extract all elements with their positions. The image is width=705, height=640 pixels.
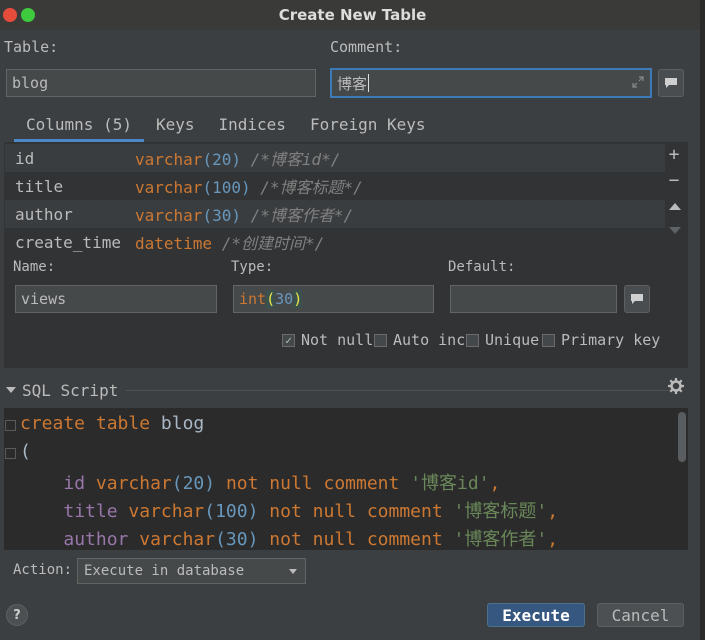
column-row[interactable]: title varchar(100) /*博客标题*/ <box>5 172 665 200</box>
table-label: Table: <box>4 38 59 56</box>
sql-script-header[interactable]: SQL Script <box>6 380 696 400</box>
fold-marker[interactable] <box>5 448 16 459</box>
editor-scrollbar[interactable] <box>678 412 686 462</box>
divider <box>126 389 680 391</box>
window-close-button[interactable] <box>3 8 17 22</box>
column-name: title <box>15 176 64 196</box>
plus-icon[interactable]: + <box>664 144 684 165</box>
window-title: Create New Table <box>278 6 427 24</box>
check-icon: ✓ <box>282 333 295 347</box>
code-line: create table blog <box>20 413 205 434</box>
action-select[interactable]: Execute in database <box>77 558 306 584</box>
comment-label: Comment: <box>330 38 403 56</box>
column-name-input[interactable]: views <box>15 285 217 313</box>
column-name: author <box>15 204 73 224</box>
comment-edit-button[interactable] <box>658 69 684 97</box>
triangle-down-icon[interactable] <box>6 386 16 394</box>
column-row[interactable]: create_time datetime /*创建时间*/ <box>5 228 665 256</box>
table-comment-input[interactable]: 博客 <box>330 68 652 98</box>
execute-button[interactable]: Execute <box>487 603 585 627</box>
column-row[interactable]: author varchar(30) /*博客作者*/ <box>5 200 665 228</box>
fold-marker[interactable] <box>5 420 16 431</box>
code-line: ( <box>20 441 31 462</box>
column-type: varchar(100) /*博客标题*/ <box>135 178 363 197</box>
unique-checkbox[interactable]: Unique <box>466 331 539 349</box>
arrow-up-icon[interactable] <box>669 202 681 210</box>
column-row[interactable]: id varchar(20) /*博客id*/ <box>5 144 665 172</box>
type-label: Type: <box>231 259 274 275</box>
editor-gutter <box>4 408 18 550</box>
primary-key-checkbox[interactable]: Primary key <box>542 331 660 349</box>
cancel-button[interactable]: Cancel <box>597 603 684 627</box>
code-line: title varchar(100) not null comment '博客标… <box>63 501 559 522</box>
column-comment-button[interactable] <box>624 285 650 313</box>
column-default-input[interactable] <box>450 285 617 313</box>
name-label: Name: <box>13 259 56 275</box>
table-name-input[interactable]: blog <box>6 69 316 97</box>
tab-indices[interactable]: Indices <box>207 112 298 142</box>
comment-icon <box>665 78 677 88</box>
title-bar: Create New Table <box>0 0 705 30</box>
code-line: id varchar(20) not null comment '博客id', <box>63 473 501 494</box>
columns-panel: id varchar(20) /*博客id*/ title varchar(10… <box>4 142 688 368</box>
expand-icon[interactable] <box>632 76 644 88</box>
column-type: varchar(30) /*博客作者*/ <box>135 206 354 225</box>
gear-icon[interactable] <box>668 378 684 394</box>
auto-inc-checkbox[interactable]: Auto inc <box>374 331 465 349</box>
action-label: Action: <box>13 562 73 578</box>
chevron-down-icon <box>289 569 297 574</box>
tab-columns[interactable]: Columns (5) <box>14 112 144 142</box>
code-line: author varchar(30) not null comment '博客作… <box>63 529 559 550</box>
sql-script-title: SQL Script <box>22 380 119 400</box>
minus-icon[interactable]: − <box>664 170 684 191</box>
comment-icon <box>631 294 643 304</box>
sql-script-editor[interactable]: create table blog ( id varchar(20) not n… <box>4 408 688 550</box>
tab-foreign-keys[interactable]: Foreign Keys <box>298 112 438 142</box>
arrow-down-icon[interactable] <box>669 227 681 235</box>
help-button[interactable]: ? <box>6 604 28 626</box>
not-null-checkbox[interactable]: ✓ Not null <box>282 331 373 349</box>
column-type-input[interactable]: int(30) <box>233 285 434 313</box>
column-type: datetime /*创建时间*/ <box>135 234 325 253</box>
column-name: create_time <box>15 232 121 252</box>
create-table-dialog: Table: blog Comment: 博客 Columns (5) Keys… <box>0 30 700 640</box>
text-cursor <box>368 74 370 92</box>
comment-text: 博客 <box>337 74 368 93</box>
column-type: varchar(20) /*博客id*/ <box>135 150 341 169</box>
window-maximize-button[interactable] <box>21 8 35 22</box>
tab-keys[interactable]: Keys <box>144 112 207 142</box>
default-label: Default: <box>448 259 516 275</box>
table-tabs: Columns (5) Keys Indices Foreign Keys <box>14 112 438 142</box>
action-selected-value: Execute in database <box>84 563 245 579</box>
background-strip <box>700 0 705 640</box>
column-name: id <box>15 148 35 168</box>
